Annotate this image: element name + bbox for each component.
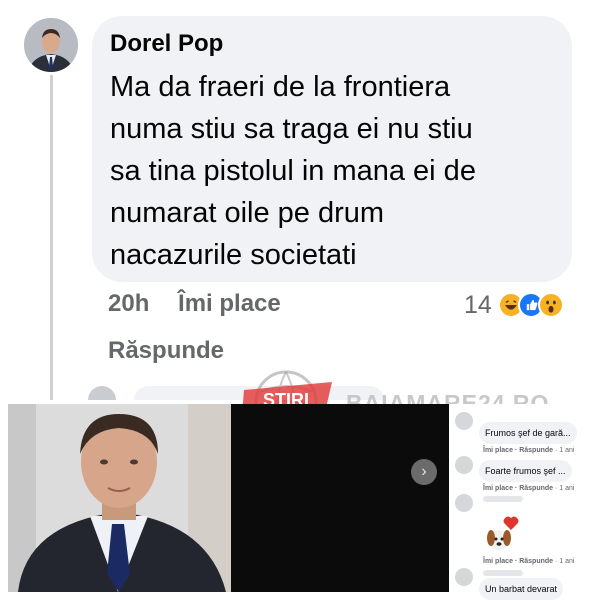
comment-screenshot: Dorel Pop Ma da fraeri de la frontiera n… [0,0,600,400]
redacted-name [483,570,523,576]
reply-button[interactable]: Răspunde [519,485,553,492]
wow-reaction-icon [537,292,564,318]
comment-age: · 1 ani [555,485,575,492]
comment-age: · 1 ani [555,558,575,565]
comment-text: Ma da fraeri de la frontiera numa stiu s… [110,71,476,271]
comment-age: · 1 ani [555,447,575,454]
next-comment-avatar [88,386,116,400]
separator: · [514,447,518,454]
person-icon [24,18,78,72]
commenter-avatar[interactable] [455,494,473,512]
commenter-avatar[interactable] [455,456,473,474]
comment-bubble: Dorel Pop Ma da fraeri de la frontiera n… [92,16,572,282]
man-portrait [8,404,231,592]
video-player[interactable]: › [231,404,449,592]
commenter-avatar[interactable] [455,412,473,430]
commenter-avatar[interactable] [455,568,473,586]
profile-photo [8,404,231,592]
comments-panel: Frumos şef de gară... Îmi place · Răspun… [449,404,600,600]
dog-heart-sticker-icon [487,516,519,550]
comment-text: Un barbat devarat [479,578,564,600]
comment-text: Foarte frumos şef ... [479,460,572,482]
thread-line [50,75,53,400]
comment-actions: 20h Îmi place [108,290,281,318]
comment-actions: Îmi place · Răspunde · 1 ani [483,485,574,492]
like-button[interactable]: Îmi place [483,447,513,454]
reply-button[interactable]: Răspunde [519,558,553,565]
separator: · [514,485,518,492]
reply-button[interactable]: Răspunde [108,337,224,365]
author-name[interactable]: Dorel Pop [110,30,554,58]
author-avatar[interactable] [24,18,78,72]
next-arrow-icon[interactable]: › [411,459,437,485]
redacted-name [483,496,523,502]
like-button[interactable]: Îmi place [483,485,513,492]
comment-text: Frumos şef de gară... [479,422,577,444]
reaction-count: 14 [464,290,492,319]
comment-time[interactable]: 20h [108,290,149,318]
like-button[interactable]: Îmi place [178,290,281,318]
comment-actions: Îmi place · Răspunde · 1 ani [483,447,574,454]
like-button[interactable]: Îmi place [483,558,513,565]
reactions-summary[interactable]: 14 [464,288,564,322]
separator: · [514,558,518,565]
comment-actions: Îmi place · Răspunde · 1 ani [483,558,574,565]
reply-button[interactable]: Răspunde [519,447,553,454]
